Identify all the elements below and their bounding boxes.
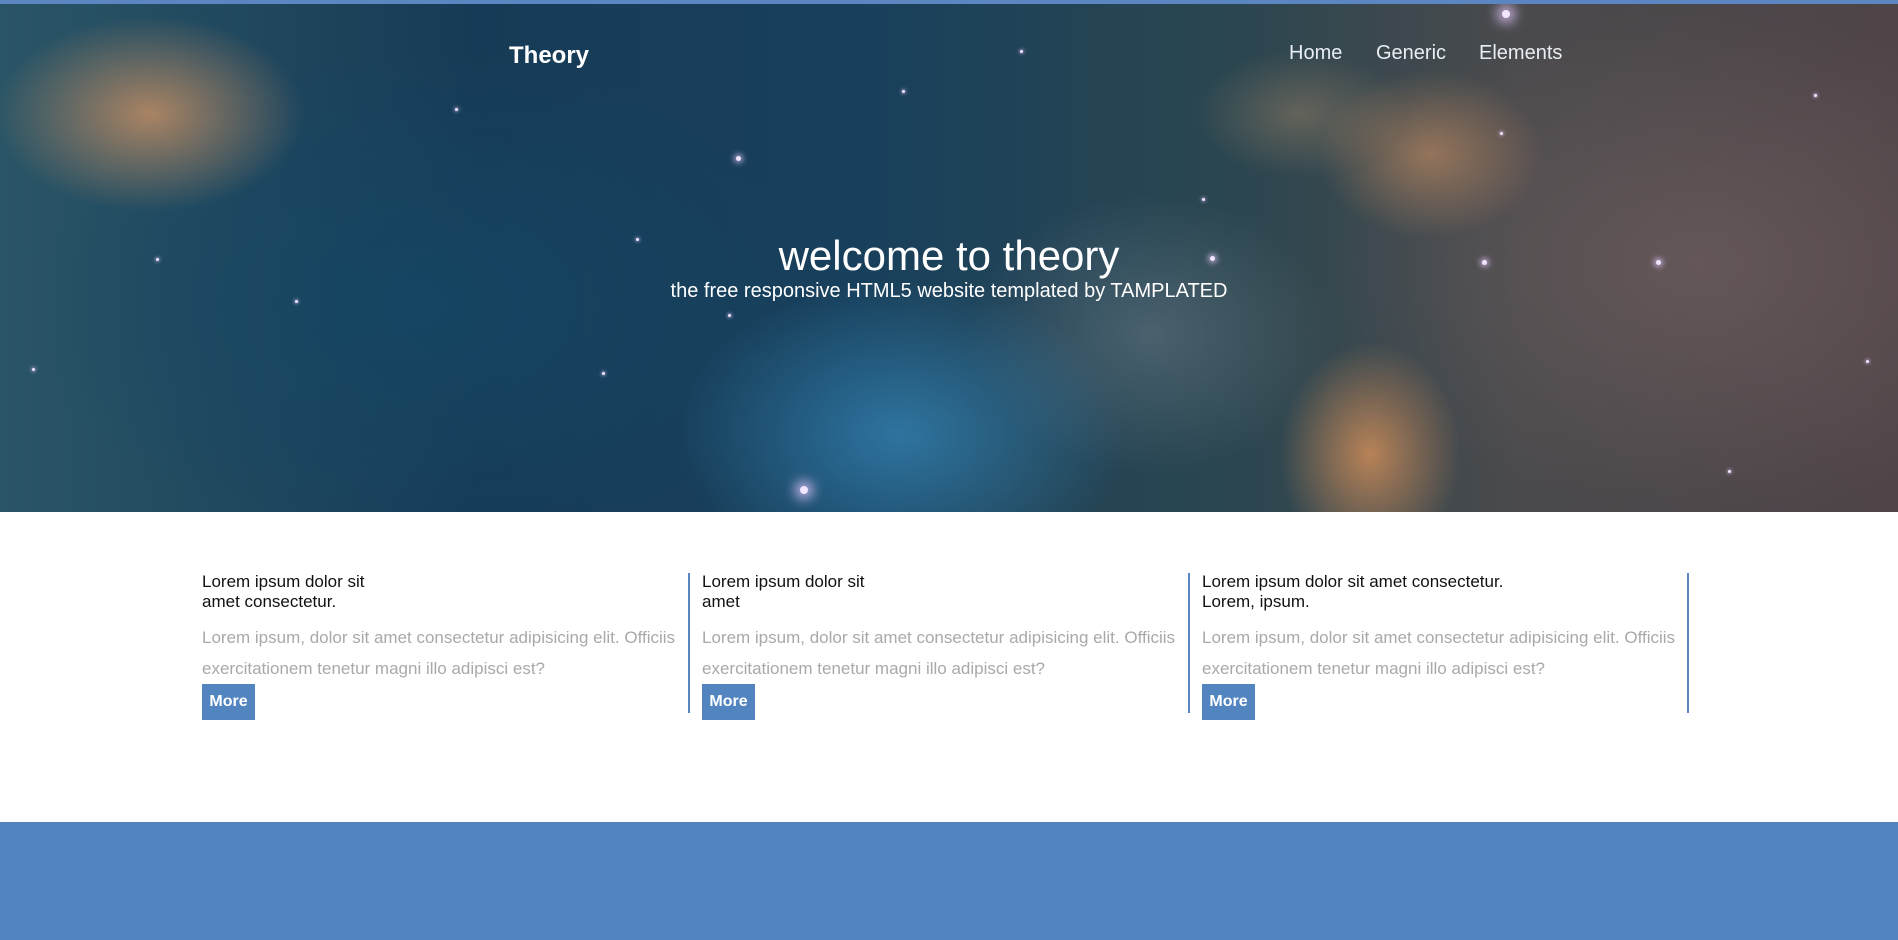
feature-card: Lorem ipsum dolor sit amet Lorem ipsum, … [702, 572, 1182, 720]
feature-text: Lorem ipsum, dolor sit amet consectetur … [202, 628, 676, 678]
star [455, 108, 458, 111]
feature-title: Lorem ipsum dolor sit amet consectetur. [202, 572, 365, 611]
star [736, 156, 741, 161]
footer-band [0, 822, 1898, 940]
column-divider [688, 573, 690, 713]
nav-link-elements[interactable]: Elements [1479, 42, 1562, 65]
hero-title: welcome to theory [778, 232, 1120, 279]
feature-title: Lorem ipsum dolor sit amet [702, 572, 865, 611]
more-button[interactable]: More [702, 684, 755, 720]
nav-link-generic[interactable]: Generic [1376, 42, 1446, 65]
site-header: Theory Home Generic Elements [0, 4, 1898, 104]
column-divider [1687, 573, 1689, 713]
site-logo[interactable]: Theory [509, 42, 589, 70]
column-divider [1188, 573, 1190, 713]
star [728, 314, 731, 317]
star [1202, 198, 1205, 201]
features-section: Lorem ipsum dolor sit amet consectetur. … [0, 512, 1898, 822]
star [1866, 360, 1869, 363]
feature-text: Lorem ipsum, dolor sit amet consectetur … [1202, 628, 1676, 678]
feature-title: Lorem ipsum dolor sit amet consectetur. … [1202, 572, 1504, 611]
star [1728, 470, 1731, 473]
star [1500, 132, 1503, 135]
feature-text: Lorem ipsum, dolor sit amet consectetur … [702, 628, 1176, 678]
nav-link-home[interactable]: Home [1289, 42, 1342, 65]
more-button[interactable]: More [202, 684, 255, 720]
star [602, 372, 605, 375]
star [32, 368, 35, 371]
star [800, 486, 808, 494]
feature-card: Lorem ipsum dolor sit amet consectetur. … [202, 572, 682, 720]
more-button[interactable]: More [1202, 684, 1255, 720]
hero-subtitle: the free responsive HTML5 website templa… [670, 280, 1228, 302]
feature-card: Lorem ipsum dolor sit amet consectetur. … [1202, 572, 1682, 720]
